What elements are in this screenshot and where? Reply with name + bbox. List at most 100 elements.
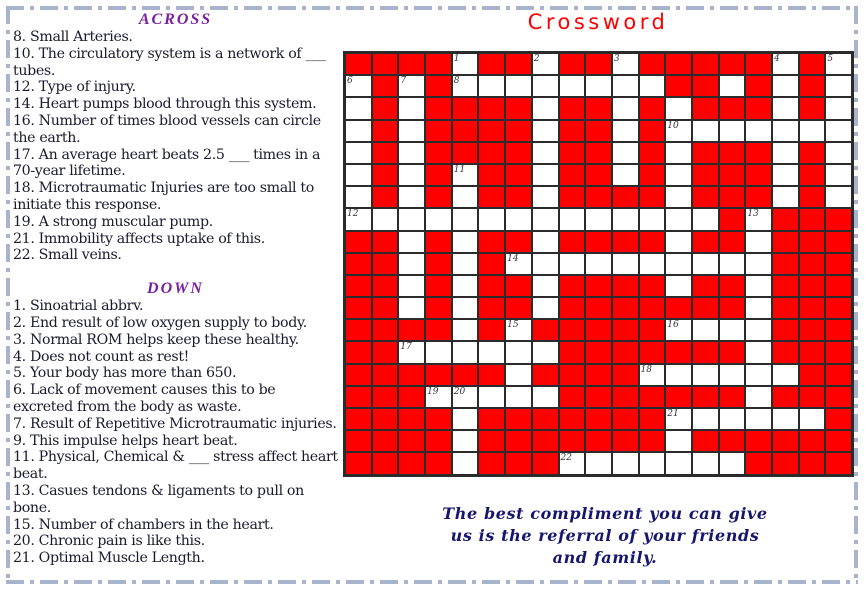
letter-cell[interactable]: 6 [345, 75, 372, 98]
letter-cell[interactable]: 1 [451, 53, 479, 76]
letter-cell[interactable] [798, 119, 826, 142]
letter-cell[interactable] [531, 119, 559, 142]
letter-cell[interactable] [505, 208, 532, 231]
letter-cell[interactable] [691, 208, 719, 231]
letter-cell[interactable] [425, 341, 452, 364]
letter-cell[interactable]: 2 [531, 53, 559, 76]
letter-cell[interactable] [451, 408, 479, 431]
letter-cell[interactable] [611, 208, 639, 231]
letter-cell[interactable] [638, 75, 666, 98]
letter-cell[interactable] [718, 319, 746, 342]
letter-cell[interactable] [585, 452, 612, 475]
letter-cell[interactable] [451, 319, 479, 342]
letter-cell[interactable] [531, 230, 559, 253]
letter-cell[interactable] [398, 252, 426, 275]
letter-cell[interactable] [745, 408, 772, 431]
letter-cell[interactable] [665, 186, 692, 209]
letter-cell[interactable]: 14 [505, 252, 532, 275]
letter-cell[interactable] [825, 186, 853, 209]
letter-cell[interactable] [691, 119, 719, 142]
letter-cell[interactable] [691, 452, 719, 475]
letter-cell[interactable] [611, 252, 639, 275]
letter-cell[interactable] [638, 208, 666, 231]
letter-cell[interactable] [772, 75, 799, 98]
letter-cell[interactable] [611, 75, 639, 98]
letter-cell[interactable] [772, 163, 799, 187]
letter-cell[interactable]: 5 [825, 53, 853, 76]
letter-cell[interactable] [665, 141, 692, 164]
letter-cell[interactable]: 7 [398, 75, 426, 98]
letter-cell[interactable] [478, 385, 506, 408]
letter-cell[interactable] [451, 252, 479, 275]
letter-cell[interactable] [745, 297, 772, 320]
letter-cell[interactable] [772, 408, 799, 431]
letter-cell[interactable] [665, 363, 692, 386]
letter-cell[interactable] [531, 163, 559, 187]
letter-cell[interactable] [745, 252, 772, 275]
letter-cell[interactable] [772, 186, 799, 209]
letter-cell[interactable] [425, 208, 452, 231]
letter-cell[interactable] [531, 208, 559, 231]
letter-cell[interactable]: 17 [398, 341, 426, 364]
letter-cell[interactable] [398, 297, 426, 320]
letter-cell[interactable] [611, 452, 639, 475]
letter-cell[interactable] [531, 252, 559, 275]
letter-cell[interactable]: 10 [665, 119, 692, 142]
letter-cell[interactable] [398, 163, 426, 187]
letter-cell[interactable] [398, 186, 426, 209]
letter-cell[interactable] [691, 408, 719, 431]
letter-cell[interactable] [691, 319, 719, 342]
letter-cell[interactable] [558, 75, 586, 98]
letter-cell[interactable] [531, 297, 559, 320]
letter-cell[interactable] [718, 119, 746, 142]
letter-cell[interactable] [531, 385, 559, 408]
letter-cell[interactable] [451, 297, 479, 320]
letter-cell[interactable] [398, 119, 426, 142]
letter-cell[interactable]: 22 [558, 452, 586, 475]
letter-cell[interactable] [665, 97, 692, 120]
letter-cell[interactable] [825, 97, 853, 120]
letter-cell[interactable] [398, 208, 426, 231]
letter-cell[interactable] [398, 141, 426, 164]
letter-cell[interactable]: 13 [745, 208, 772, 231]
letter-cell[interactable] [345, 163, 372, 187]
letter-cell[interactable] [585, 208, 612, 231]
letter-cell[interactable] [371, 208, 399, 231]
letter-cell[interactable] [772, 141, 799, 164]
letter-cell[interactable] [531, 274, 559, 298]
letter-cell[interactable] [478, 341, 506, 364]
letter-cell[interactable] [665, 274, 692, 298]
letter-cell[interactable] [638, 252, 666, 275]
letter-cell[interactable] [505, 363, 532, 386]
letter-cell[interactable] [345, 119, 372, 142]
letter-cell[interactable] [745, 274, 772, 298]
letter-cell[interactable]: 18 [638, 363, 666, 386]
letter-cell[interactable]: 20 [451, 385, 479, 408]
letter-cell[interactable] [531, 97, 559, 120]
letter-cell[interactable] [665, 230, 692, 253]
letter-cell[interactable] [745, 119, 772, 142]
letter-cell[interactable] [718, 252, 746, 275]
letter-cell[interactable] [585, 75, 612, 98]
letter-cell[interactable] [745, 363, 772, 386]
letter-cell[interactable] [772, 363, 799, 386]
letter-cell[interactable] [345, 141, 372, 164]
letter-cell[interactable] [451, 341, 479, 364]
letter-cell[interactable]: 11 [451, 163, 479, 187]
letter-cell[interactable] [531, 141, 559, 164]
letter-cell[interactable]: 4 [772, 53, 799, 76]
letter-cell[interactable] [665, 430, 692, 453]
letter-cell[interactable] [478, 75, 506, 98]
letter-cell[interactable] [745, 230, 772, 253]
letter-cell[interactable] [531, 341, 559, 364]
letter-cell[interactable] [745, 319, 772, 342]
letter-cell[interactable]: 19 [425, 385, 452, 408]
letter-cell[interactable]: 8 [451, 75, 479, 98]
letter-cell[interactable] [478, 208, 506, 231]
letter-cell[interactable] [558, 252, 586, 275]
letter-cell[interactable] [665, 208, 692, 231]
letter-cell[interactable] [691, 252, 719, 275]
letter-cell[interactable] [451, 186, 479, 209]
letter-cell[interactable] [611, 119, 639, 142]
letter-cell[interactable] [398, 274, 426, 298]
